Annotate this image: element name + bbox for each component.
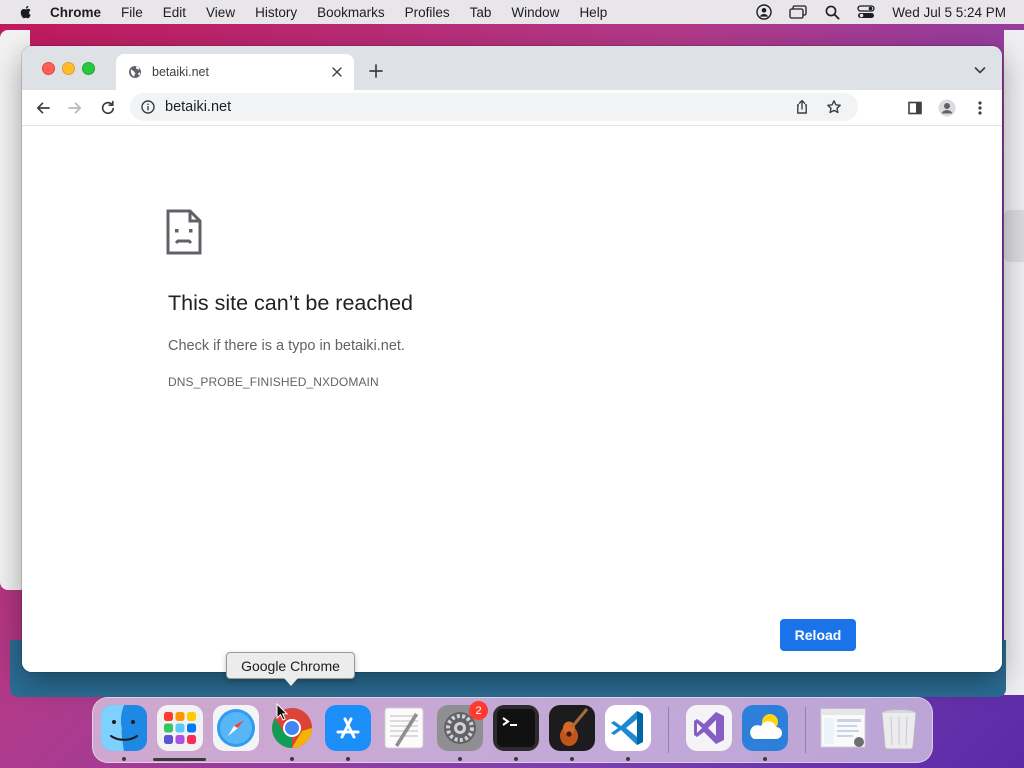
forward-arrow-icon[interactable] — [66, 99, 84, 117]
menu-app-chrome[interactable]: Chrome — [46, 5, 111, 20]
vscode-icon[interactable] — [605, 705, 651, 751]
garageband-icon[interactable] — [549, 705, 595, 751]
error-code: DNS_PROBE_FINISHED_NXDOMAIN — [168, 375, 379, 389]
garageband-running-dot — [570, 757, 574, 761]
terminal-icon[interactable] — [493, 705, 539, 751]
menu-file[interactable]: File — [111, 5, 153, 20]
chrome-running-dot — [290, 757, 294, 761]
menu-bookmarks[interactable]: Bookmarks — [307, 5, 395, 20]
reload-button[interactable]: Reload — [780, 619, 856, 651]
error-description: Check if there is a typo in betaiki.net. — [168, 338, 405, 354]
menu-tab[interactable]: Tab — [460, 5, 502, 20]
dock: 2 — [92, 697, 933, 763]
tab-active[interactable]: betaiki.net — [116, 54, 354, 90]
dock-separator-right — [805, 707, 806, 753]
user-account-icon[interactable] — [754, 4, 774, 20]
system-settings-badge: 2 — [469, 701, 488, 720]
finder-icon[interactable] — [101, 705, 147, 751]
dock-tooltip-arrow — [284, 678, 298, 686]
menu-profiles[interactable]: Profiles — [395, 5, 460, 20]
menu-help[interactable]: Help — [569, 5, 617, 20]
app-store-running-dot — [346, 757, 350, 761]
globe-icon — [129, 66, 141, 78]
system-settings-running-dot — [458, 757, 462, 761]
dock-launch-indicator — [153, 758, 206, 761]
window-fullscreen-button[interactable] — [82, 62, 95, 75]
weather-running-dot — [763, 757, 767, 761]
tab-title: betaiki.net — [152, 65, 209, 79]
reload-icon[interactable] — [99, 99, 117, 117]
chrome-window: betaiki.net betaiki.net This site can’t … — [22, 46, 1002, 672]
menu-edit[interactable]: Edit — [153, 5, 196, 20]
menubar-clock[interactable]: Wed Jul 5 5:24 PM — [892, 5, 1006, 20]
finder-running-dot — [122, 757, 126, 761]
more-options-icon[interactable] — [971, 99, 989, 117]
menu-history[interactable]: History — [245, 5, 307, 20]
background-window-edge — [1004, 210, 1024, 262]
address-bar[interactable]: betaiki.net — [130, 93, 858, 121]
window-close-button[interactable] — [42, 62, 55, 75]
dock-tooltip: Google Chrome — [226, 652, 355, 679]
bookmark-star-icon[interactable] — [826, 99, 842, 115]
tab-close-icon[interactable] — [330, 65, 344, 79]
address-url[interactable]: betaiki.net — [165, 99, 231, 115]
window-minimize-button[interactable] — [62, 62, 75, 75]
spotlight-search-icon[interactable] — [822, 4, 842, 20]
tab-search-chevron-down-icon[interactable] — [974, 65, 986, 75]
menu-window[interactable]: Window — [501, 5, 569, 20]
trash-icon[interactable] — [876, 705, 922, 751]
safari-icon[interactable] — [213, 705, 259, 751]
menu-view[interactable]: View — [196, 5, 245, 20]
vscode-running-dot — [626, 757, 630, 761]
error-page: This site can’t be reached Check if ther… — [22, 127, 1002, 672]
dock-separator — [668, 707, 669, 753]
tab-strip: betaiki.net — [22, 46, 1002, 90]
error-title: This site can’t be reached — [168, 291, 413, 315]
weather-icon[interactable] — [742, 705, 788, 751]
terminal-running-dot — [514, 757, 518, 761]
menu-bar: Chrome File Edit View History Bookmarks … — [0, 0, 1024, 24]
textedit-icon[interactable] — [381, 705, 427, 751]
new-tab-plus-icon[interactable] — [368, 63, 384, 79]
background-window-right — [1004, 30, 1024, 695]
site-info-icon[interactable] — [141, 100, 155, 114]
side-panel-icon[interactable] — [906, 99, 924, 117]
back-arrow-icon[interactable] — [34, 99, 52, 117]
launchpad-icon[interactable] — [157, 705, 203, 751]
navigation-toolbar: betaiki.net — [22, 90, 1002, 126]
screen-mirroring-icon[interactable] — [788, 4, 808, 20]
sad-page-icon — [166, 209, 202, 255]
mouse-cursor-icon — [276, 703, 288, 721]
app-store-icon[interactable] — [325, 705, 371, 751]
apple-menu-icon[interactable] — [18, 4, 34, 20]
preview-doc-icon[interactable] — [820, 705, 866, 751]
control-center-icon[interactable] — [856, 4, 876, 20]
profile-avatar-icon[interactable] — [938, 99, 956, 117]
share-icon[interactable] — [794, 99, 810, 115]
visual-studio-icon[interactable] — [686, 705, 732, 751]
